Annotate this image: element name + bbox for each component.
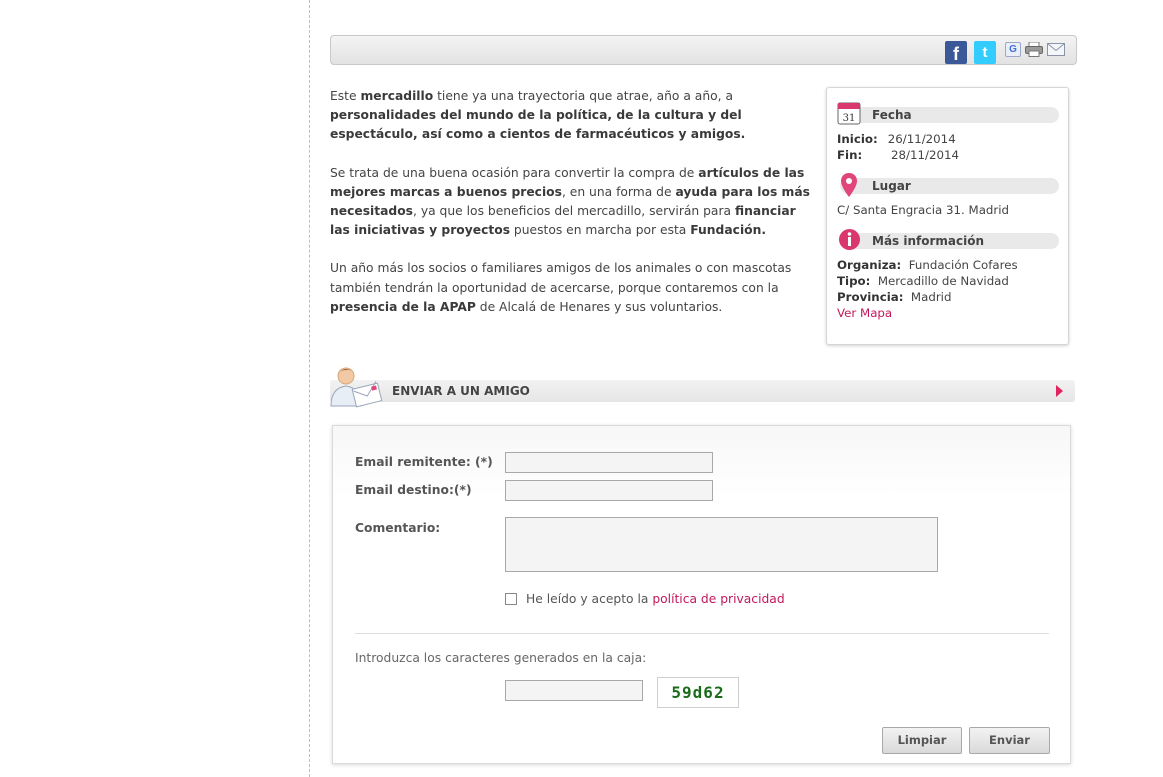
article-paragraph-3: Un año más los socios o familiares amigo… xyxy=(330,259,815,317)
organiza-label: Organiza: xyxy=(837,258,902,272)
article-p1-segment: personalidades del mundo de la política,… xyxy=(330,108,746,142)
organiza-value: Fundación Cofares xyxy=(908,258,1018,272)
share-bar: f t G xyxy=(330,35,1077,65)
event-info-box: Fecha 31 Inicio: 26/11/2014 Fin: 28/11/201… xyxy=(826,87,1069,345)
send-to-friend-icon xyxy=(330,367,383,408)
email-remitente-label: Email remitente: (*) xyxy=(355,455,493,469)
article-p2-segment: Fundación. xyxy=(690,223,767,238)
enviar-amigo-title: ENVIAR A UN AMIGO xyxy=(392,384,530,398)
tipo-row: Tipo: Mercadillo de Navidad xyxy=(837,273,1009,289)
mail-icon[interactable] xyxy=(1047,43,1065,56)
provincia-label: Provincia: xyxy=(837,290,904,304)
send-friend-form: Email remitente: (*) Email destino:(*) C… xyxy=(332,425,1071,764)
inicio-value: 26/11/2014 xyxy=(887,132,956,146)
fin-value: 28/11/2014 xyxy=(891,148,959,162)
provincia-value: Madrid xyxy=(910,290,952,304)
lugar-header: Lugar xyxy=(840,178,1059,194)
lugar-value: C/ Santa Engracia 31. Madrid xyxy=(837,203,1010,217)
ver-mapa-link[interactable]: Ver Mapa xyxy=(837,305,892,321)
location-pin-icon xyxy=(841,173,857,197)
page-divider xyxy=(309,0,310,777)
article-body: Este mercadillo tiene ya una trayectoria… xyxy=(330,87,815,336)
privacy-row: He leído y acepto la política de privaci… xyxy=(526,592,785,606)
article-p2-segment: puestos en marcha por esta xyxy=(510,223,691,238)
article-p1-segment: mercadillo xyxy=(360,89,434,103)
email-destino-label: Email destino:(*) xyxy=(355,483,472,497)
send-button[interactable]: Enviar xyxy=(969,727,1050,754)
tipo-value: Mercadillo de Navidad xyxy=(877,274,1009,288)
info-icon xyxy=(839,229,860,250)
article-p1-segment: Este xyxy=(330,89,361,103)
privacy-text: He leído y acepto la xyxy=(526,592,653,606)
calendar-day: 31 xyxy=(843,113,856,124)
provincia-row: Provincia: Madrid xyxy=(837,289,951,305)
arrow-right-icon xyxy=(1056,385,1063,397)
tipo-label: Tipo: xyxy=(837,274,871,288)
article-p2-segment: Se trata de una buena ocasión para conve… xyxy=(330,165,699,180)
inicio-row: Inicio: 26/11/2014 xyxy=(837,131,956,147)
privacy-checkbox[interactable] xyxy=(505,593,517,605)
article-p3-segment: Un año más los socios o familiares amigo… xyxy=(330,261,792,295)
fecha-header: Fecha xyxy=(840,107,1059,123)
email-remitente-input[interactable] xyxy=(505,452,713,473)
article-p2-segment: , en una forma de xyxy=(561,184,676,199)
privacy-policy-link[interactable]: política de privacidad xyxy=(652,592,784,606)
mas-info-header: Más información xyxy=(840,233,1059,249)
fecha-title: Fecha xyxy=(872,108,912,122)
form-divider xyxy=(355,633,1049,634)
google-icon[interactable]: G xyxy=(1005,42,1021,57)
lugar-title: Lugar xyxy=(872,179,911,193)
article-p3-segment: presencia de la APAP xyxy=(330,299,476,314)
email-destino-input[interactable] xyxy=(505,480,713,501)
facebook-icon[interactable]: f xyxy=(945,41,967,64)
fin-label: Fin: xyxy=(837,148,863,162)
mas-info-title: Más información xyxy=(872,234,985,248)
article-p1-segment: tiene ya una trayectoria que atrae, año … xyxy=(433,89,734,103)
article-paragraph-1: Este mercadillo tiene ya una trayectoria… xyxy=(330,87,815,145)
organiza-row: Organiza: Fundación Cofares xyxy=(837,257,1018,273)
captcha-prompt: Introduzca los caracteres generados en l… xyxy=(355,651,647,665)
comentario-label: Comentario: xyxy=(355,521,441,535)
twitter-icon[interactable]: t xyxy=(974,41,996,64)
comentario-textarea[interactable] xyxy=(505,517,938,572)
calendar-icon: 31 xyxy=(837,102,861,125)
captcha-input[interactable] xyxy=(505,680,643,701)
article-p3-segment: de Alcalá de Henares y sus voluntarios. xyxy=(475,299,723,314)
article-paragraph-2: Se trata de una buena ocasión para conve… xyxy=(330,164,815,241)
clear-button[interactable]: Limpiar xyxy=(882,727,962,754)
captcha-image: 59d62 xyxy=(657,677,739,708)
print-icon[interactable] xyxy=(1025,42,1043,57)
fin-row: Fin: 28/11/2014 xyxy=(837,147,959,163)
inicio-label: Inicio: xyxy=(837,132,878,146)
article-p2-segment: , ya que los beneficios del mercadillo, … xyxy=(413,204,735,219)
enviar-amigo-header[interactable]: ENVIAR A UN AMIGO xyxy=(330,380,1075,402)
